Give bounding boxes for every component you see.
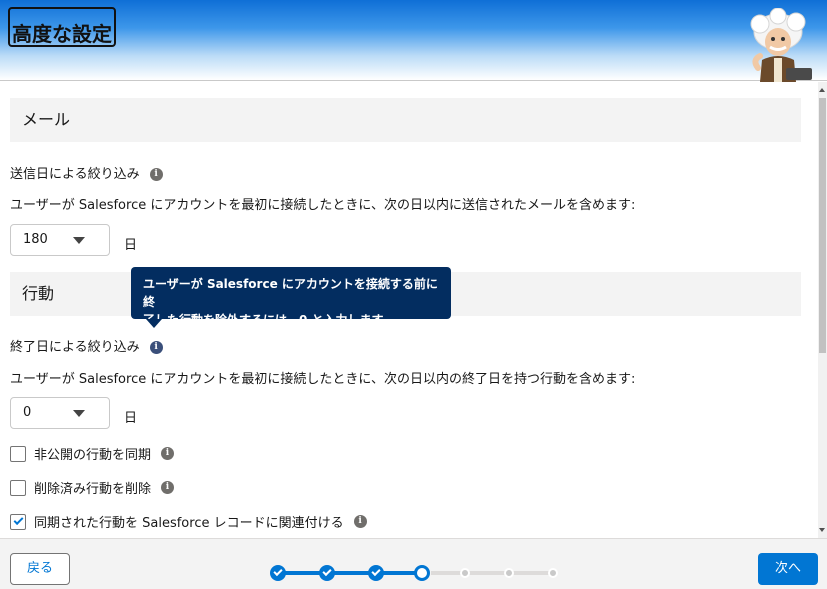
activity-description: ユーザーが Salesforce にアカウントを最初に接続したときに、次の日以内… [10,372,636,387]
checkmark-icon [371,566,381,577]
mail-description: ユーザーが Salesforce にアカウントを最初に接続したときに、次の日以内… [10,198,636,213]
sync-private-activities-row[interactable]: 非公開の行動を同期 i [10,444,175,463]
progress-step-7[interactable] [548,568,558,578]
activity-filter-label: 終了日による絞り込み i [10,336,163,355]
mail-days-select[interactable]: 180 [10,224,110,256]
activity-days-select[interactable]: 0 [10,397,110,429]
checkbox-label: 非公開の行動を同期 [34,448,152,463]
progress-line [333,571,373,575]
activity-filter-info-icon[interactable]: i [149,341,163,354]
scroll-up-arrow-icon[interactable] [819,88,825,92]
activity-days-value: 0 [23,405,32,420]
chevron-down-icon [73,237,85,244]
activity-days-unit: 日 [124,411,138,426]
mail-filter-info-icon[interactable]: i [149,168,163,181]
mail-section-heading: メール [10,98,801,142]
relate-synced-info-icon[interactable]: i [353,515,367,528]
progress-indicator [270,564,565,582]
einstein-mascot-icon [750,8,812,82]
delete-removed-activities-row[interactable]: 削除済み行動を削除 i [10,478,175,497]
chevron-down-icon [73,410,85,417]
sync-private-activities-checkbox[interactable] [10,445,26,462]
progress-step-4-current[interactable] [414,565,430,581]
mail-days-unit: 日 [124,238,138,253]
relate-synced-activities-row[interactable]: 同期された行動を Salesforce レコードに関連付ける i [10,512,367,531]
checkbox-label: 同期された行動を Salesforce レコードに関連付ける [34,516,344,531]
relate-synced-activities-checkbox[interactable] [10,513,26,530]
back-button[interactable]: 戻る [10,553,70,585]
checkbox-label: 削除済み行動を削除 [34,482,152,497]
scrollbar-thumb[interactable] [819,98,826,353]
info-tooltip: ユーザーが Salesforce にアカウントを接続する前に終 了した行動を除外… [131,267,451,328]
checkmark-icon [13,515,23,526]
wizard-footer: 戻る 次へ [0,538,827,589]
tooltip-line-1: ユーザーが Salesforce にアカウントを接続する前に終 [143,277,438,309]
progress-step-3[interactable] [368,565,384,581]
progress-step-2[interactable] [319,565,335,581]
sync-private-info-icon[interactable]: i [161,447,175,460]
checkmark-icon [273,566,283,577]
progress-step-5[interactable] [460,568,470,578]
mail-filter-label: 送信日による絞り込み i [10,163,163,182]
scroll-down-arrow-icon[interactable] [819,528,825,532]
mail-filter-label-text: 送信日による絞り込み [10,167,140,182]
progress-step-6[interactable] [504,568,514,578]
page-title: 高度な設定 [8,7,116,47]
mail-days-value: 180 [23,232,48,247]
page-header: 高度な設定 [0,0,827,82]
next-button[interactable]: 次へ [758,553,818,585]
vertical-scrollbar[interactable] [818,82,827,538]
delete-removed-activities-checkbox[interactable] [10,479,26,496]
progress-line [431,571,549,575]
checkmark-icon [322,566,332,577]
tooltip-line-2: 了した行動を除外するには、0 と入力します。 [143,313,395,327]
progress-line [284,571,324,575]
activity-filter-label-text: 終了日による絞り込み [10,340,140,355]
delete-removed-info-icon[interactable]: i [161,481,175,494]
progress-step-1[interactable] [270,565,286,581]
